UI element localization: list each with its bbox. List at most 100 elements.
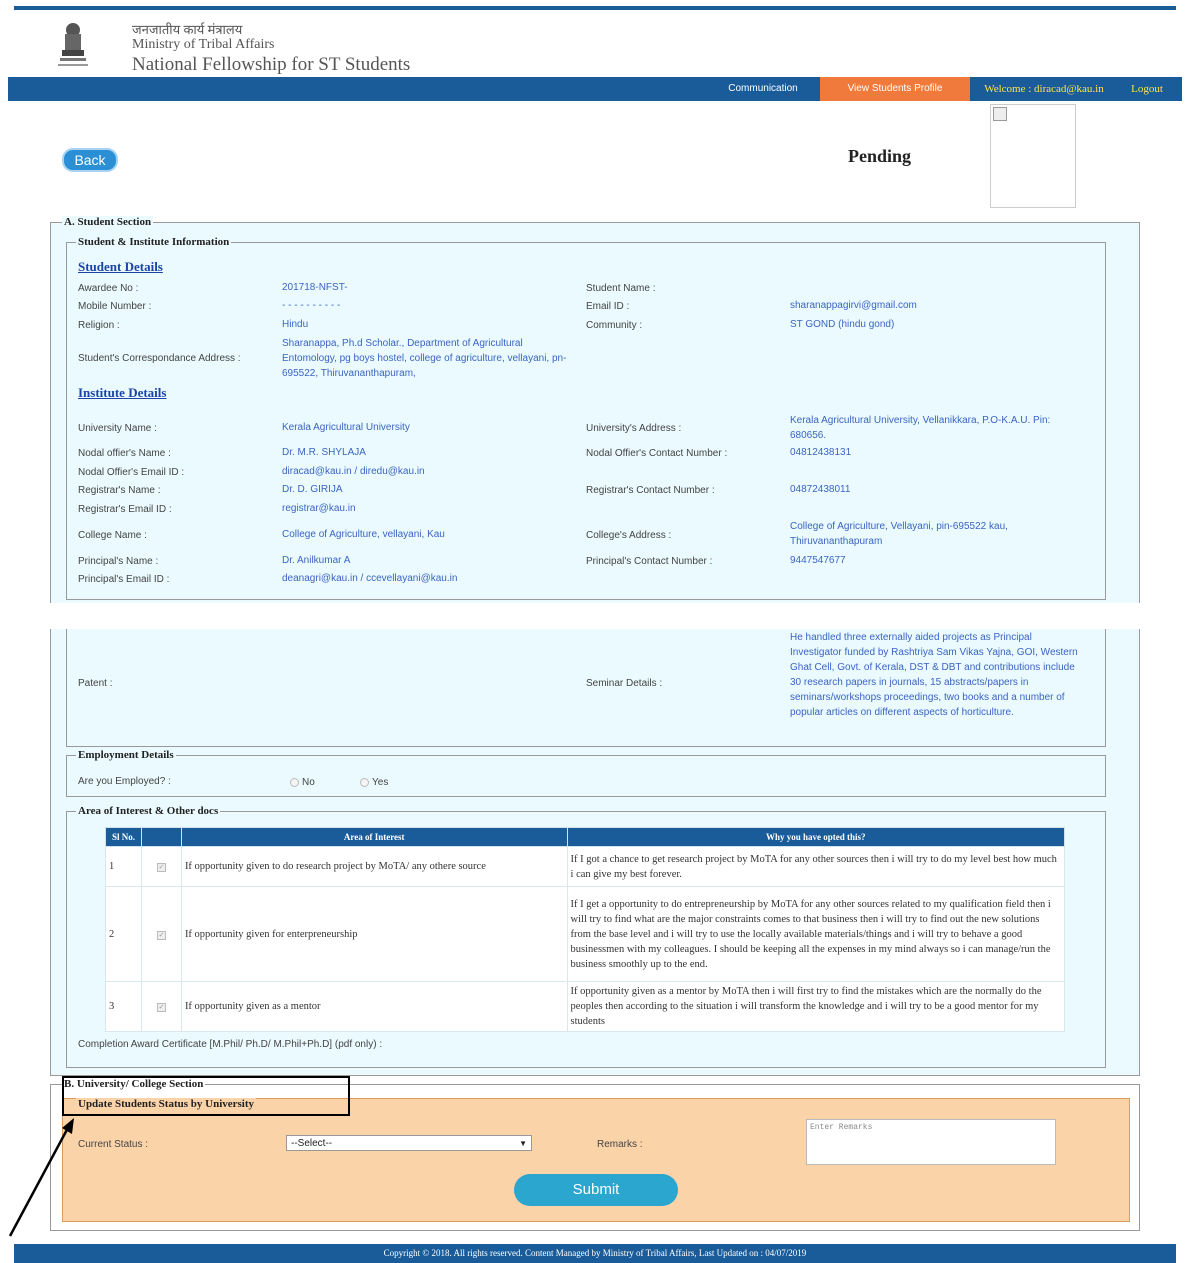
why-header: Why you have opted this?	[566, 827, 1066, 847]
back-button[interactable]: Back	[62, 148, 118, 172]
mobile-label: Mobile Number :	[78, 301, 152, 312]
annotation-arrow-icon	[8, 1118, 74, 1237]
row-why: If I get a opportunity to do entrepreneu…	[566, 886, 1066, 982]
employed-yes-label: Yes	[372, 777, 389, 788]
email-label: Email ID :	[586, 301, 630, 312]
seminar-label: Seminar Details :	[586, 678, 663, 689]
nav-communication[interactable]: Communication	[708, 77, 818, 101]
nodal-email-label: Nodal Offier's Email ID :	[78, 467, 185, 478]
principal-name-label: Principal's Name :	[78, 556, 159, 567]
address-label: Student's Correspondance Address :	[78, 353, 241, 364]
university-name-label: University Name :	[78, 423, 157, 434]
university-address-value: Kerala Agricultural University, Vellanik…	[790, 415, 1051, 441]
community-value: ST GOND (hindu gond)	[790, 319, 895, 330]
employed-no-label: No	[302, 777, 315, 788]
student-institute-legend: Student & Institute Information	[76, 236, 232, 248]
seminar-details-value: He handled three externally aided projec…	[790, 632, 1078, 718]
principal-contact-label: Principal's Contact Number :	[586, 556, 713, 567]
application-status-title: Pending	[848, 146, 912, 166]
university-name-value: Kerala Agricultural University	[282, 422, 410, 433]
registrar-name-label: Registrar's Name :	[78, 485, 161, 496]
submit-button[interactable]: Submit	[514, 1174, 678, 1206]
community-label: Community :	[586, 320, 643, 331]
email-value: sharanappagirvi@gmail.com	[790, 300, 917, 311]
nodal-name-label: Nodal offier's Name :	[78, 448, 171, 459]
current-status-value: --Select--	[291, 1138, 333, 1149]
row-checkbox[interactable]: ✓	[156, 930, 166, 940]
row-number: 2	[105, 886, 142, 982]
registrar-contact-label: Registrar's Contact Number :	[586, 485, 715, 496]
area-of-interest-legend: Area of Interest & Other docs	[76, 805, 221, 817]
national-emblem-icon	[58, 23, 88, 66]
table-row: 2 ✓ If opportunity given for enterpreneu…	[105, 886, 1066, 982]
row-checkbox[interactable]: ✓	[156, 863, 166, 872]
footer: Copyright © 2018. All rights reserved. C…	[14, 1244, 1176, 1263]
checkbox-header	[140, 827, 182, 847]
welcome-user: Welcome : diracad@kau.in	[984, 83, 1104, 95]
remarks-textarea[interactable]: Enter Remarks	[806, 1119, 1056, 1165]
college-address-label: College's Address :	[586, 530, 672, 541]
row-checkbox[interactable]: ✓	[156, 1003, 166, 1012]
principal-email-label: Principal's Email ID :	[78, 574, 170, 585]
awardee-no-label: Awardee No :	[78, 283, 139, 294]
religion-value: Hindu	[282, 319, 309, 330]
sl-no-header: Sl No.	[105, 827, 142, 847]
patent-label: Patent :	[78, 678, 113, 689]
remarks-label: Remarks :	[597, 1139, 643, 1150]
awardee-no-value: 201718-NFST-	[282, 282, 348, 293]
employment-legend: Employment Details	[76, 749, 176, 761]
row-area: If opportunity given as a mentor	[180, 981, 568, 1032]
mobile-value: - - - - - - - - - -	[282, 300, 341, 311]
registrar-name-value: Dr. D. GIRIJA	[282, 484, 343, 495]
nodal-contact-value: 04812438131	[790, 447, 852, 458]
employed-no-radio[interactable]	[290, 778, 299, 787]
row-why: If I got a chance to get research projec…	[566, 846, 1066, 887]
university-address-label: University's Address :	[586, 423, 682, 434]
registrar-contact-value: 04872438011	[790, 484, 851, 495]
student-section-legend: A. Student Section	[62, 216, 154, 228]
dropdown-arrow-icon: ▼	[519, 1139, 527, 1148]
registrar-email-value: registrar@kau.in	[282, 503, 356, 514]
row-area: If opportunity given to do research proj…	[180, 846, 568, 887]
principal-name-value: Dr. Anilkumar A	[282, 555, 351, 566]
top-accent-line	[14, 6, 1176, 10]
employed-question: Are you Employed? :	[78, 776, 171, 787]
employed-yes-radio[interactable]	[360, 778, 369, 787]
nav-logout[interactable]: Logout	[1122, 77, 1172, 101]
completion-certificate-label: Completion Award Certificate [M.Phil/ Ph…	[78, 1039, 383, 1050]
ministry-name: Ministry of Tribal Affairs	[132, 37, 275, 52]
row-area: If opportunity given for enterpreneurshi…	[180, 886, 568, 982]
row-why: If opportunity given as a mentor by MoTA…	[566, 981, 1066, 1032]
area-header: Area of Interest	[180, 827, 568, 847]
religion-label: Religion :	[78, 320, 120, 331]
annotation-highlight-box	[62, 1076, 350, 1116]
hindi-ministry-name: जनजातीय कार्य मंत्रालय	[132, 22, 243, 37]
nodal-email-value: diracad@kau.in / diredu@kau.in	[282, 466, 425, 477]
nodal-contact-label: Nodal Offier's Contact Number :	[586, 448, 728, 459]
table-row: 3 ✓ If opportunity given as a mentor If …	[105, 981, 1066, 1032]
screenshot-gap	[0, 603, 1196, 629]
site-title: National Fellowship for ST Students	[132, 54, 411, 75]
principal-email-value: deanagri@kau.in / ccevellayani@kau.in	[282, 573, 458, 584]
college-address-value: College of Agriculture, Vellayani, pin-6…	[790, 521, 1008, 547]
table-header-row: Sl No. Area of Interest Why you have opt…	[105, 827, 1066, 847]
principal-contact-value: 9447547677	[790, 555, 846, 566]
area-of-interest-table: Sl No. Area of Interest Why you have opt…	[105, 827, 1066, 1032]
student-details-link[interactable]: Student Details	[78, 259, 163, 275]
college-name-label: College Name :	[78, 530, 147, 541]
top-navbar: Communication View Students Profile Welc…	[8, 77, 1182, 101]
broken-image-icon	[993, 107, 1007, 121]
row-number: 1	[105, 846, 142, 887]
college-name-value: College of Agriculture, vellayani, Kau	[282, 529, 445, 540]
current-status-label: Current Status :	[78, 1139, 149, 1150]
row-number: 3	[105, 981, 142, 1032]
nav-view-students-profile[interactable]: View Students Profile	[820, 77, 970, 101]
student-name-label: Student Name :	[586, 283, 656, 294]
registrar-email-label: Registrar's Email ID :	[78, 504, 172, 515]
address-value: Sharanappa, Ph.d Scholar., Department of…	[282, 338, 567, 379]
table-row: 1 ✓ If opportunity given to do research …	[105, 846, 1066, 887]
current-status-select[interactable]: --Select-- ▼	[286, 1135, 532, 1151]
nodal-name-value: Dr. M.R. SHYLAJA	[282, 447, 366, 458]
employment-fieldset	[66, 755, 1106, 797]
institute-details-link[interactable]: Institute Details	[78, 385, 166, 401]
